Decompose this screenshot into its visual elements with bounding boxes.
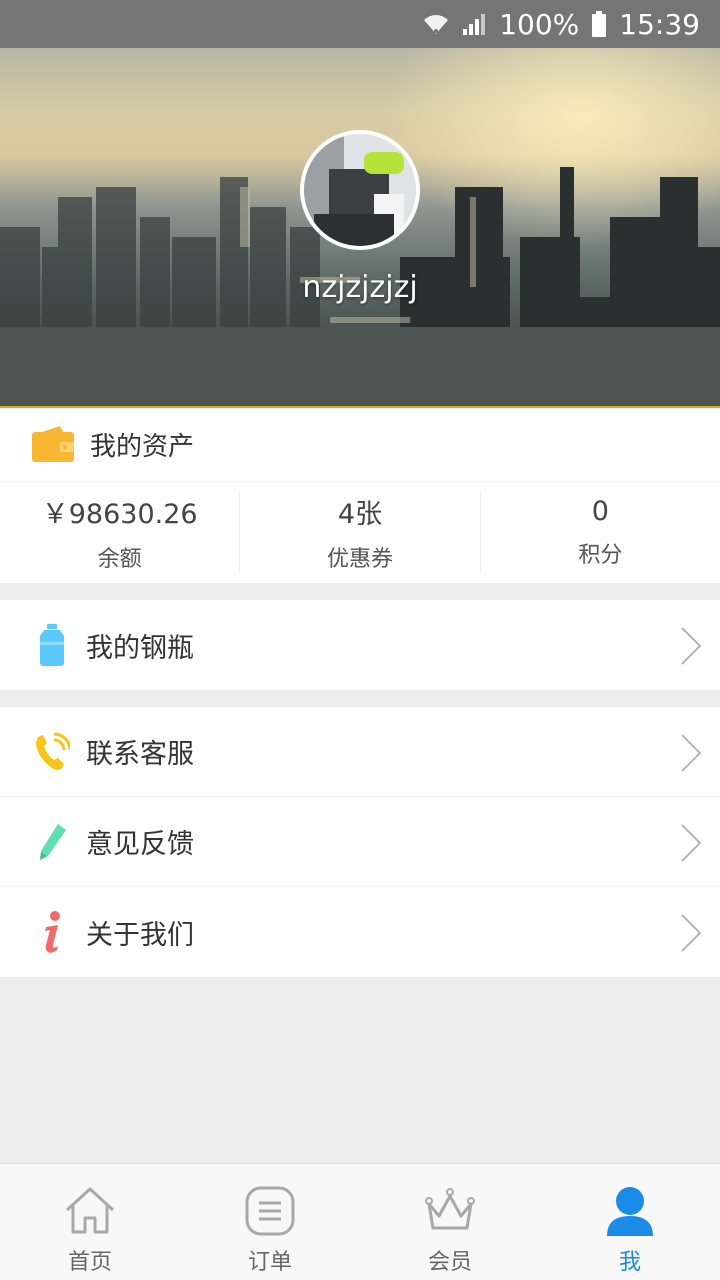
balance-value: ￥98630.26 <box>41 498 198 530</box>
crown-icon <box>423 1186 477 1240</box>
wallet-icon <box>32 424 74 466</box>
battery-icon <box>591 11 607 37</box>
menu-label-my-cylinders: 我的钢瓶 <box>86 632 194 664</box>
wifi-icon <box>423 12 449 36</box>
chevron-right-icon <box>680 823 702 867</box>
username: nzjzjzjzj <box>302 270 418 305</box>
my-assets-section: 我的资产 ￥98630.26 余额 4张 优惠券 0 积分 <box>0 408 720 583</box>
signal-icon <box>461 12 487 36</box>
tab-me[interactable]: 我 <box>540 1164 720 1280</box>
avatar[interactable] <box>300 130 420 250</box>
balance-label: 余额 <box>97 546 142 572</box>
phone-icon <box>34 730 70 774</box>
menu-item-contact-service[interactable]: 联系客服 <box>0 707 720 797</box>
menu-label-about-us: 关于我们 <box>86 919 194 951</box>
tab-home[interactable]: 首页 <box>0 1164 180 1280</box>
chevron-right-icon <box>680 733 702 777</box>
tab-member-label: 会员 <box>427 1250 472 1275</box>
tab-me-label: 我 <box>618 1250 641 1275</box>
chevron-right-icon <box>680 913 702 957</box>
points-label: 积分 <box>578 542 623 568</box>
support-group: 联系客服 意见反馈 关于我们 <box>0 707 720 977</box>
tab-orders[interactable]: 订单 <box>180 1164 360 1280</box>
menu-label-contact-service: 联系客服 <box>86 739 194 770</box>
pen-icon <box>34 820 70 864</box>
points-value: 0 <box>591 495 609 527</box>
user-icon <box>605 1186 655 1240</box>
menu-item-feedback[interactable]: 意见反馈 <box>0 797 720 887</box>
tab-member[interactable]: 会员 <box>360 1164 540 1280</box>
menu-item-about-us[interactable]: 关于我们 <box>0 887 720 977</box>
coupons-cell[interactable]: 4张 优惠券 <box>240 490 481 574</box>
my-assets-header: 我的资产 <box>0 408 720 482</box>
menu-item-my-cylinders[interactable]: 我的钢瓶 <box>0 600 720 690</box>
order-list-icon <box>244 1186 296 1240</box>
bottom-tab-bar: 首页 订单 会员 我 <box>0 1163 720 1280</box>
points-cell[interactable]: 0 积分 <box>481 490 720 574</box>
menu-label-feedback: 意见反馈 <box>86 829 194 860</box>
home-icon <box>63 1186 117 1240</box>
coupons-label: 优惠券 <box>326 546 393 572</box>
battery-percent: 100% <box>499 7 580 41</box>
info-icon <box>34 910 70 954</box>
profile-header: nzjzjzjzj <box>0 48 720 407</box>
gas-cylinder-icon <box>34 623 70 667</box>
tab-orders-label: 订单 <box>247 1250 292 1275</box>
coupons-value: 4张 <box>337 498 383 530</box>
my-assets-title: 我的资产 <box>90 432 195 462</box>
assets-summary: ￥98630.26 余额 4张 优惠券 0 积分 <box>0 482 720 582</box>
tab-home-label: 首页 <box>67 1250 112 1275</box>
chevron-right-icon <box>680 626 702 670</box>
balance-cell[interactable]: ￥98630.26 余额 <box>0 490 241 574</box>
clock: 15:39 <box>619 7 700 41</box>
cylinder-group: 我的钢瓶 <box>0 600 720 690</box>
status-bar: 100% 15:39 <box>0 0 720 48</box>
